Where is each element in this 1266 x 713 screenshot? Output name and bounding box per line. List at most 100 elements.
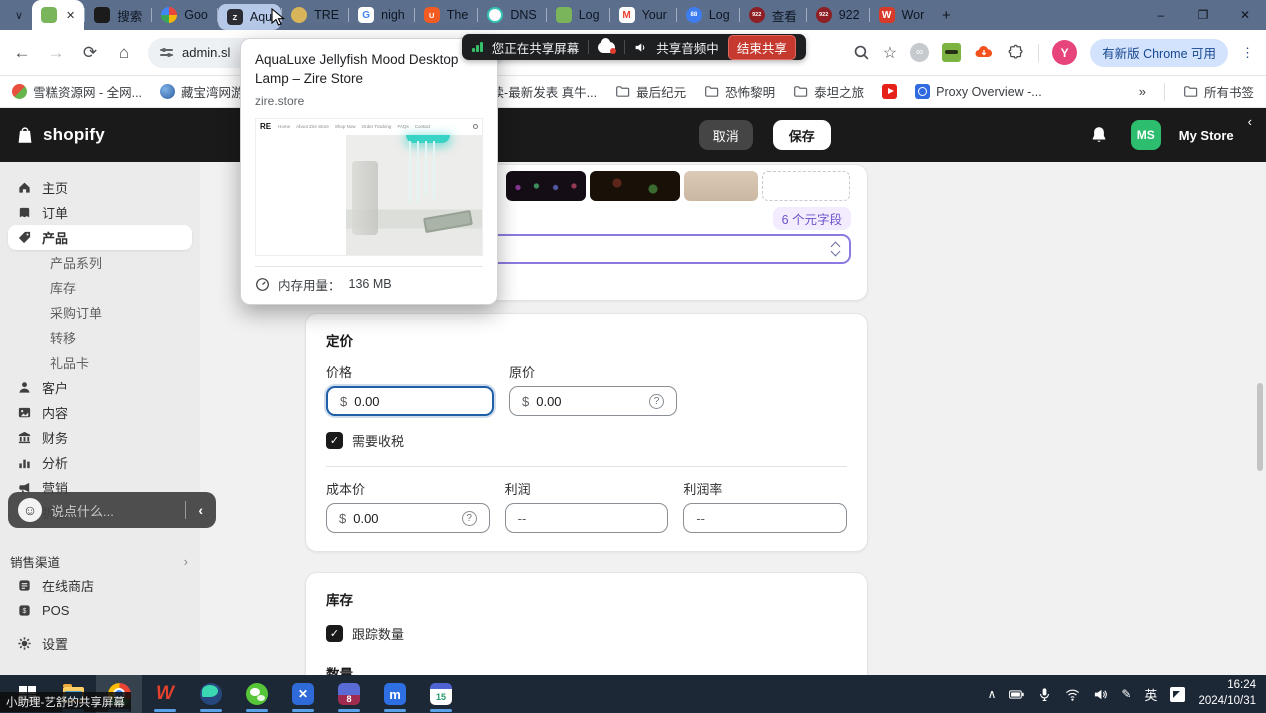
bookmark-泰坦之旅[interactable]: 泰坦之旅 — [793, 82, 864, 101]
bookmarks-overflow-icon[interactable]: » — [1139, 84, 1146, 99]
compare-price-input[interactable]: $ 0.00 ? — [509, 386, 677, 416]
profit-input[interactable]: -- — [505, 503, 669, 533]
widget-collapse-icon[interactable]: ‹ — [195, 502, 206, 518]
sidebar-item-产品[interactable]: 产品 — [8, 225, 192, 250]
channel-item-在线商店[interactable]: 在线商店 — [8, 573, 192, 598]
bookmark-藏宝湾网游[interactable]: 藏宝湾网游 — [160, 82, 244, 101]
store-name[interactable]: My Store — [1179, 128, 1234, 143]
window-minimize-button[interactable]: – — [1140, 0, 1182, 30]
reload-icon[interactable]: ⟳ — [80, 43, 100, 63]
browser-tab-查看[interactable]: 922查看 — [740, 0, 806, 30]
browser-tab-nigh[interactable]: Gnigh — [349, 0, 414, 30]
bookmark-雪糕资源网 - 全网...[interactable]: 雪糕资源网 - 全网... — [12, 82, 142, 101]
browser-tab-Goo[interactable]: Goo — [152, 0, 217, 30]
taskbar-clock[interactable]: 16:24 2024/10/31 — [1198, 678, 1256, 709]
browser-tab-Your[interactable]: MYour — [610, 0, 676, 30]
sidebar-item-采购订单[interactable]: 采购订单 — [8, 300, 192, 325]
taskbar-calendar-badge-8-icon[interactable]: 8 — [326, 675, 372, 713]
sidebar-item-订单[interactable]: 订单 — [8, 200, 192, 225]
taskbar-teal-leaf-app-icon[interactable] — [188, 675, 234, 713]
help-icon[interactable]: ? — [462, 511, 477, 526]
charge-tax-checkbox[interactable]: ✓ — [326, 432, 343, 449]
sales-channels-chevron-icon[interactable]: › — [184, 554, 188, 569]
save-button[interactable]: 保存 — [773, 120, 831, 150]
browser-tab-The[interactable]: UThe — [415, 0, 478, 30]
ime-language-indicator[interactable]: 英 — [1144, 685, 1157, 704]
bookmark-star-icon[interactable]: ☆ — [883, 43, 897, 63]
hidden-icons-chevron[interactable]: ∧ — [988, 687, 997, 701]
sidebar-item-转移[interactable]: 转移 — [8, 325, 192, 350]
extension-adblock-icon[interactable] — [942, 43, 961, 62]
stop-sharing-button[interactable]: 结束共享 — [728, 35, 796, 60]
back-icon[interactable]: ← — [12, 43, 32, 63]
extension-cloud-icon[interactable] — [974, 43, 994, 63]
browser-tab-Wor[interactable]: WWor — [870, 0, 934, 30]
zoom-search-icon[interactable] — [853, 44, 870, 61]
taskbar-wps-office-icon[interactable]: W — [142, 675, 188, 713]
tab-search-icon[interactable]: ∨ — [6, 2, 32, 28]
page-scrollbar[interactable] — [1257, 383, 1263, 471]
price-input[interactable]: $ 0.00 — [326, 386, 494, 416]
profile-avatar[interactable]: Y — [1052, 40, 1077, 65]
action-center-icon[interactable] — [1170, 687, 1185, 702]
tab-close-icon[interactable]: ✕ — [66, 9, 75, 22]
forward-icon[interactable]: → — [46, 43, 66, 63]
browser-tab-922[interactable]: 922922 — [807, 0, 869, 30]
cancel-button[interactable]: 取消 — [699, 120, 753, 150]
taskbar-wechat-icon[interactable] — [234, 675, 280, 713]
home-icon[interactable]: ⌂ — [114, 43, 134, 63]
sidebar-item-内容[interactable]: 内容 — [8, 400, 192, 425]
sidebar-item-礼品卡[interactable]: 礼品卡 — [8, 350, 192, 375]
browser-tab-TRE[interactable]: TRE — [282, 0, 348, 30]
all-bookmarks-button[interactable]: 所有书签 — [1183, 82, 1254, 101]
new-tab-button[interactable]: + — [933, 2, 959, 28]
cloud-record-icon[interactable] — [598, 42, 615, 53]
sidebar-item-产品系列[interactable]: 产品系列 — [8, 250, 192, 275]
header-collapse-icon[interactable]: ‹ — [1248, 114, 1252, 129]
bookmark-读-最新发表 真牛...[interactable]: 读-最新发表 真牛... — [492, 82, 598, 101]
sidebar-item-设置[interactable]: 设置 — [8, 631, 192, 656]
bookmark-Proxy Overview -...[interactable]: Proxy Overview -... — [915, 84, 1042, 99]
taskbar-blue-x-app-icon[interactable]: ✕ — [280, 675, 326, 713]
browser-tab-0[interactable]: ✕ — [32, 0, 84, 30]
bookmark-恐怖黎明[interactable]: 恐怖黎明 — [704, 82, 775, 101]
bookmark-最后纪元[interactable]: 最后纪元 — [615, 82, 686, 101]
browser-tab-DNS[interactable]: DNS — [478, 0, 545, 30]
wifi-icon[interactable] — [1065, 687, 1080, 702]
product-thumbnail-dark-2[interactable] — [590, 171, 680, 201]
browser-tab-Log[interactable]: 88Log — [677, 0, 739, 30]
help-icon[interactable]: ? — [649, 394, 664, 409]
metafields-link[interactable]: 6 个元字段 — [773, 207, 851, 230]
cost-input[interactable]: $ 0.00 ? — [326, 503, 490, 533]
browser-tab-Log[interactable]: Log — [547, 0, 609, 30]
product-thumbnail-beige[interactable] — [684, 171, 758, 201]
browser-menu-icon[interactable]: ⋮ — [1241, 45, 1254, 61]
chat-assistant-widget[interactable]: ☺ 说点什么... ‹ — [8, 492, 216, 528]
taskbar-meeting-app-icon[interactable]: m — [372, 675, 418, 713]
sidebar-item-客户[interactable]: 客户 — [8, 375, 192, 400]
notifications-bell-icon[interactable] — [1089, 125, 1109, 145]
chat-input-placeholder[interactable]: 说点什么... — [51, 501, 114, 520]
browser-tab-搜索[interactable]: 搜索 — [85, 0, 151, 30]
sidebar-item-财务[interactable]: 财务 — [8, 425, 192, 450]
track-quantity-checkbox[interactable]: ✓ — [326, 625, 343, 642]
margin-input[interactable]: -- — [683, 503, 847, 533]
volume-icon[interactable] — [1093, 687, 1108, 702]
window-maximize-button[interactable]: ❐ — [1182, 0, 1224, 30]
pen-icon[interactable]: ✎ — [1121, 687, 1131, 701]
battery-icon[interactable] — [1009, 687, 1024, 702]
site-info-icon[interactable] — [160, 49, 173, 55]
chrome-update-button[interactable]: 有新版 Chrome 可用 — [1090, 39, 1228, 67]
microphone-icon[interactable] — [1037, 687, 1052, 702]
bookmark-icon-4[interactable] — [882, 84, 897, 99]
product-thumbnail-dark-1[interactable] — [506, 171, 586, 201]
sidebar-item-分析[interactable]: 分析 — [8, 450, 192, 475]
extensions-puzzle-icon[interactable] — [1007, 44, 1025, 62]
window-close-button[interactable]: ✕ — [1224, 0, 1266, 30]
sales-channels-header[interactable]: 销售渠道› — [8, 549, 192, 573]
sidebar-item-库存[interactable]: 库存 — [8, 275, 192, 300]
add-media-tile[interactable] — [762, 171, 850, 201]
channel-item-POS[interactable]: $POS — [8, 598, 192, 623]
taskbar-calendar-15-icon[interactable]: 15 — [418, 675, 464, 713]
sidebar-item-主页[interactable]: 主页 — [8, 175, 192, 200]
